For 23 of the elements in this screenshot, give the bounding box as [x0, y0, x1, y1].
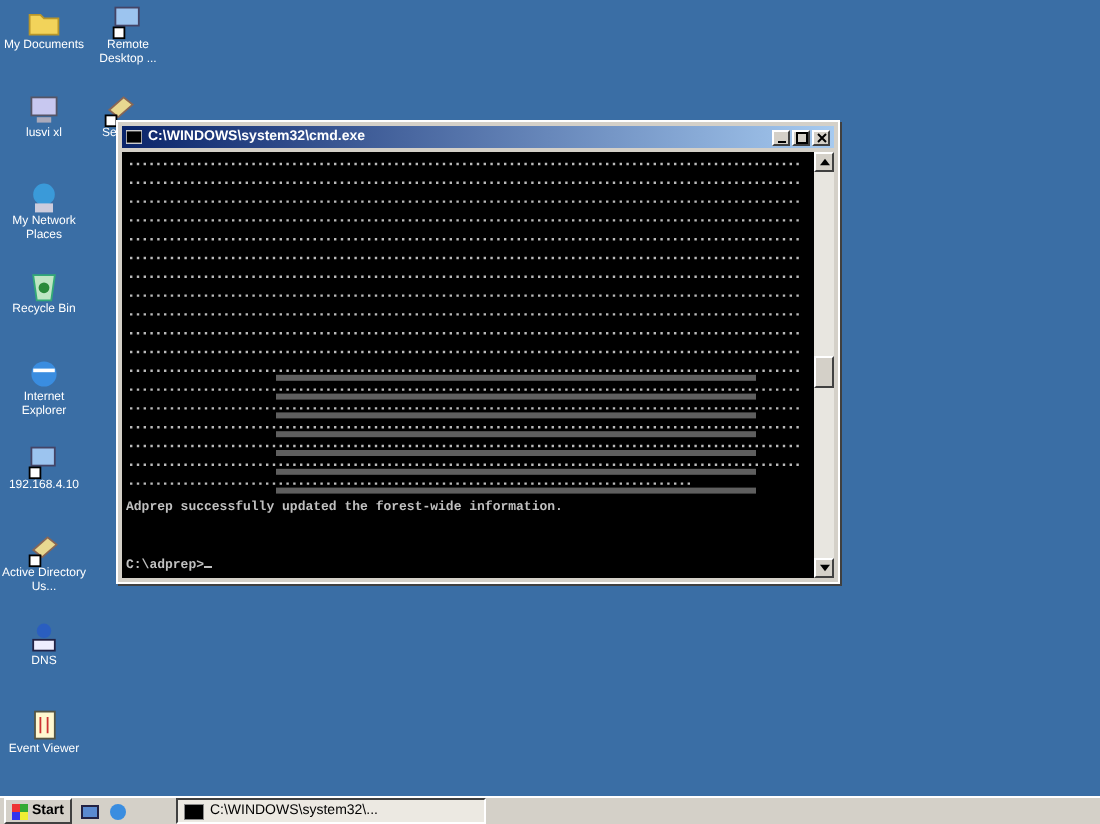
close-button[interactable]	[812, 129, 830, 145]
tool-icon[interactable]	[102, 92, 138, 128]
console-icon	[126, 130, 142, 144]
recycle-icon[interactable]	[26, 268, 62, 304]
maximize-icon	[795, 131, 807, 143]
maximize-button[interactable]	[792, 129, 810, 145]
remote-icon[interactable]	[110, 4, 146, 40]
remote-icon[interactable]	[26, 444, 62, 480]
scroll-up-button[interactable]	[814, 152, 834, 172]
down-arrow-icon	[819, 564, 829, 572]
desktop-icon[interactable]	[79, 801, 100, 821]
up-arrow-icon	[819, 158, 829, 166]
browser-icon[interactable]	[26, 356, 62, 392]
computer-icon[interactable]	[26, 92, 62, 128]
scroll-down-button[interactable]	[814, 558, 834, 578]
console-icon	[183, 803, 204, 819]
scrollbar[interactable]	[814, 152, 834, 578]
dns-icon[interactable]	[26, 620, 62, 656]
minimize-button[interactable]	[772, 129, 790, 145]
close-icon	[815, 131, 827, 143]
tool-icon[interactable]	[26, 532, 62, 568]
windows-logo-icon	[12, 803, 28, 819]
scroll-thumb[interactable]	[814, 356, 834, 388]
